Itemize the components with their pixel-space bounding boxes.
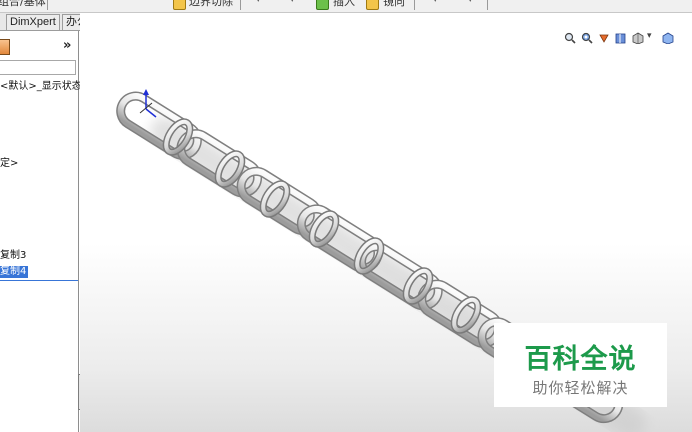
previous-view-icon[interactable] (598, 32, 610, 44)
watermark-logo: 百科全说 助你轻松解决 (494, 323, 667, 407)
panel-header: » (0, 38, 78, 56)
tab-dimxpert[interactable]: DimXpert (6, 14, 60, 30)
toolbar-separator (487, 0, 488, 10)
insert-icon[interactable] (316, 0, 329, 10)
mirror-icon[interactable] (366, 0, 379, 10)
dropdown-caret-icon[interactable]: ▾ (433, 0, 438, 5)
view-orientation-icon[interactable] (632, 32, 644, 44)
toolbar-separator (414, 0, 415, 10)
dropdown-caret-icon[interactable]: ▾ (290, 0, 295, 5)
rollback-bar[interactable] (0, 280, 78, 281)
watermark-title: 百科全说 (524, 344, 637, 375)
tree-item-display-state[interactable]: <默认>_显示状态 (0, 81, 82, 93)
expand-chevron-icon[interactable]: » (63, 38, 71, 53)
feature-manager-icon[interactable] (0, 39, 10, 55)
dropdown-caret-icon[interactable]: ▾ (256, 0, 261, 5)
filter-input[interactable] (0, 60, 76, 75)
dropdown-caret-icon[interactable]: ▾ (647, 31, 652, 41)
display-style-icon[interactable] (662, 32, 674, 44)
dropdown-caret-icon[interactable]: ▾ (468, 0, 473, 5)
zoom-area-icon[interactable] (581, 32, 593, 44)
section-view-icon[interactable] (615, 32, 627, 44)
toolbar-separator (47, 0, 48, 10)
tree-item-copy-3[interactable]: 复制3 (0, 250, 26, 262)
heads-up-view-toolbar: ▾ (564, 31, 692, 48)
toolbar-separator (240, 0, 241, 10)
toolbar-item-mirror[interactable]: 镜向 (383, 0, 405, 9)
watermark-subtitle: 助你轻松解决 (532, 379, 629, 397)
tree-item-copy-4[interactable]: 复制4 (0, 266, 29, 278)
boundary-cut-icon[interactable] (173, 0, 186, 10)
toolbar-item-boundary-cut[interactable]: 边界切除 (189, 0, 233, 9)
toolbar-item-insert[interactable]: 插入 (333, 0, 355, 9)
toolbar-item-combine[interactable]: 组合/基体 (0, 0, 46, 9)
tree-item-default[interactable]: 定> (0, 158, 18, 170)
command-toolbar: 组合/基体 边界切除 ▾ ▾ 插入 镜向 ▾ ▾ (0, 0, 692, 13)
feature-manager-panel: » <默认>_显示状态 定> 复制3 复制4 (0, 31, 82, 432)
zoom-to-fit-icon[interactable] (564, 32, 576, 44)
